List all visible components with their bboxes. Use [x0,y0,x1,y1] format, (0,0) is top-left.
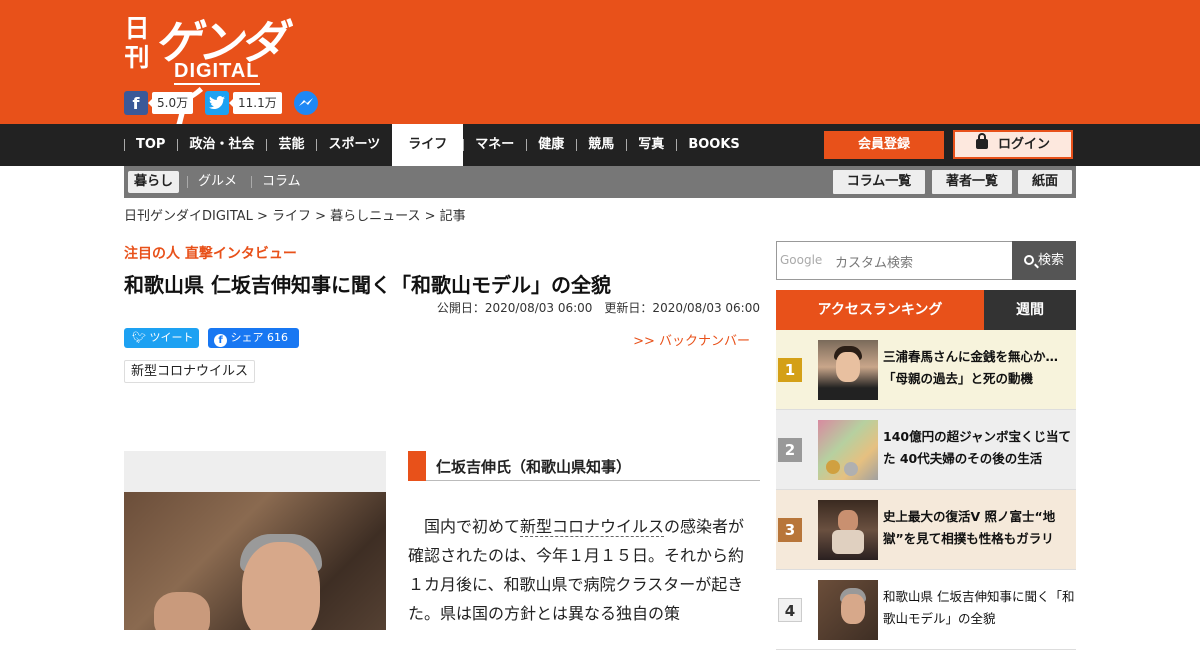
subnav-item-column[interactable]: コラム [262,171,301,193]
nav-item-horse-racing[interactable]: 競馬 [576,124,626,166]
article-photo [124,451,386,630]
rank-number: 2 [778,438,802,462]
nav-item-top[interactable]: TOP [124,124,177,166]
sub-nav: 暮らし グルメ コラム コラム一覧 著者一覧 紙面 [124,166,1076,198]
twitter-icon: 🐦︎ [132,331,146,344]
article-kicker[interactable]: 注目の人 直撃インタビュー [124,243,297,263]
nav-item-books[interactable]: BOOKS [676,124,751,166]
facebook-icon: f [124,91,148,115]
author-list-button[interactable]: 著者一覧 [932,170,1012,194]
tweet-button[interactable]: 🐦︎ ツイート [124,328,199,348]
logo-kanji: 日刊 [124,14,150,72]
breadcrumb[interactable]: 日刊ゲンダイDIGITAL > ライフ > 暮らしニュース > 記事 [124,205,466,224]
ranking-thumbnail [818,580,878,640]
login-label: ログイン [997,137,1050,152]
column-list-button[interactable]: コラム一覧 [833,170,925,194]
ranking-item-1[interactable]: 1 三浦春馬さんに金銭を無心か…「母親の過去」と死の動機 [776,330,1076,410]
google-label: Google [780,253,823,267]
custom-search: Google カスタム検索 検索 [776,241,1076,280]
messenger-share[interactable] [294,91,318,115]
topic-tag[interactable]: 新型コロナウイルス [124,360,256,383]
main-nav: TOP 政治・社会 芸能 スポーツ ライフ マネー 健康 競馬 写真 BOOKS… [0,124,1200,166]
ranking-title: 140億円の超ジャンボ宝くじ当てた 40代夫婦のその後の生活 [883,429,1071,466]
facebook-share-button[interactable]: f シェア 616 [208,328,299,348]
lock-icon [975,133,988,149]
subnav-divider [187,176,188,188]
body-text-pre: 国内で初めて [424,517,521,536]
ranking-item-4[interactable]: 4 和歌山県 仁坂吉伸知事に聞く「和歌山モデル」の全貌 [776,570,1076,650]
nav-item-photo[interactable]: 写真 [626,124,676,166]
twitter-icon [205,91,229,115]
nav-item-life[interactable]: ライフ [392,124,464,166]
body-topic-link[interactable]: 新型コロナウイルス [520,517,665,537]
site-header: 日刊 ゲンダイ DIGITAL f 5.0万 11.1万 [0,0,1200,135]
search-input[interactable]: カスタム検索 [835,252,913,271]
ranking-tab-access[interactable]: アクセスランキング [776,290,984,330]
nav-item-sports[interactable]: スポーツ [316,124,392,166]
ranking-thumbnail [818,500,878,560]
photo-background [124,492,386,630]
twitter-share[interactable]: 11.1万 [205,91,282,115]
subnav-item-gourmet[interactable]: グルメ [198,171,237,193]
facebook-icon: f [214,334,227,347]
nav-item-entertainment[interactable]: 芸能 [266,124,316,166]
ranking-title: 史上最大の復活V 照ノ富士“地獄”を見て相撲も性格もガラリ [883,509,1056,546]
nav-items: TOP 政治・社会 芸能 スポーツ ライフ マネー 健康 競馬 写真 BOOKS [124,124,752,166]
nav-item-money[interactable]: マネー [463,124,526,166]
share-label: シェア 616 [230,331,289,344]
logo-sub: DIGITAL [174,60,260,85]
ranking-item-3[interactable]: 3 史上最大の復活V 照ノ富士“地獄”を見て相撲も性格もガラリ [776,490,1076,570]
search-button[interactable]: 検索 [1012,241,1076,280]
nav-item-health[interactable]: 健康 [526,124,576,166]
facebook-count: 5.0万 [147,92,194,114]
section-heading-text: 仁坂吉伸氏（和歌山県知事） [436,458,632,476]
nav-item-politics[interactable]: 政治・社会 [177,124,266,166]
paper-button[interactable]: 紙面 [1018,170,1072,194]
register-button[interactable]: 会員登録 [824,131,944,159]
back-number-link[interactable]: >> バックナンバー [633,330,750,349]
ranking-title: 和歌山県 仁坂吉伸知事に聞く「和歌山モデル」の全貌 [883,589,1075,626]
rank-number: 4 [778,598,802,622]
site-logo[interactable]: 日刊 ゲンダイ DIGITAL [124,10,304,135]
search-button-label: 検索 [1037,253,1064,268]
messenger-icon [294,91,318,115]
ranking-title: 三浦春馬さんに金銭を無心か…「母親の過去」と死の動機 [883,349,1059,386]
subnav-item-living[interactable]: 暮らし [128,171,180,193]
subnav-divider [251,176,252,188]
login-button[interactable]: ログイン [953,130,1073,159]
article-body: 国内で初めて新型コロナウイルスの感染者が確認されたのは、今年１月１５日。それから… [408,512,758,628]
tweet-label: ツイート [149,331,194,344]
ranking-thumbnail [818,340,878,400]
section-accent-bar [408,451,426,481]
ranking-item-2[interactable]: 2 140億円の超ジャンボ宝くじ当てた 40代夫婦のその後の生活 [776,410,1076,490]
twitter-count: 11.1万 [229,92,282,114]
photo-subject-face [242,542,320,630]
ranking-header: アクセスランキング 週間 [776,290,1076,330]
section-heading: 仁坂吉伸氏（和歌山県知事） [408,451,760,481]
photo-subject-hand [154,592,210,630]
rank-number: 1 [778,358,802,382]
ranking-tab-weekly[interactable]: 週間 [984,290,1076,330]
ranking-thumbnail [818,420,878,480]
rank-number: 3 [778,518,802,542]
search-icon [1023,255,1034,265]
article-dates: 公開日：2020/08/03 06:00 更新日：2020/08/03 06:0… [436,301,760,315]
article-title: 和歌山県 仁坂吉伸知事に聞く「和歌山モデル」の全貌 [124,273,611,297]
facebook-share[interactable]: f 5.0万 [124,91,194,115]
